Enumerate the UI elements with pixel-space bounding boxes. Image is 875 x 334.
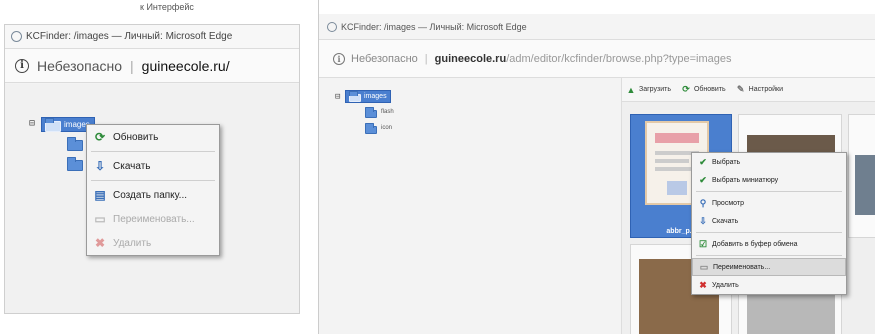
address-separator: | xyxy=(130,57,134,74)
check-icon: ✔ xyxy=(699,156,707,167)
menu-item-refresh[interactable]: ⟳ Обновить xyxy=(87,125,219,149)
thumbnail-image xyxy=(855,155,875,215)
right-screenshot: KCFinder: /images — Личный: Microsoft Ed… xyxy=(318,0,875,334)
settings-button[interactable]: ✎ Настройки xyxy=(736,84,783,95)
menu-item-select[interactable]: ✔ Выбрать xyxy=(692,153,846,171)
download-icon: ⇩ xyxy=(699,215,707,226)
menu-divider xyxy=(696,255,842,256)
delete-icon: ✖ xyxy=(94,236,106,250)
folder-icon xyxy=(45,118,61,132)
window-titlebar: KCFinder: /images — Личный: Microsoft Ed… xyxy=(5,25,299,49)
menu-item-label: Удалить xyxy=(113,237,152,249)
menu-divider xyxy=(91,151,215,152)
toolbar-label: Настройки xyxy=(748,86,783,93)
folder-icon[interactable] xyxy=(67,157,83,171)
view-icon: ⚲ xyxy=(699,197,707,208)
menu-item-download[interactable]: ⇩ Скачать xyxy=(692,212,846,230)
collapse-toggle[interactable]: ⊟ xyxy=(335,92,340,102)
settings-icon: ✎ xyxy=(736,84,745,94)
folder-icon xyxy=(365,123,377,134)
folder-context-menu: ⟳ Обновить ⇩ Скачать ▤ Создать папку... … xyxy=(86,124,220,256)
menu-item-label: Переименовать... xyxy=(713,263,771,271)
menu-item-delete[interactable]: ✖ Удалить xyxy=(87,231,219,255)
clipboard-icon: ☑ xyxy=(698,238,708,249)
refresh-button[interactable]: ⟳ Обновить xyxy=(681,84,726,95)
address-separator: | xyxy=(424,52,428,65)
menu-item-label: Удалить xyxy=(712,281,739,289)
menu-item-rename[interactable]: ▭ Переименовать... xyxy=(692,258,846,276)
left-screenshot: к Интерфейс KCFinder: /images — Личный: … xyxy=(0,0,300,334)
menu-divider xyxy=(696,191,842,192)
folder-icon[interactable] xyxy=(67,137,83,151)
menu-item-label: Создать папку... xyxy=(113,189,187,201)
folder-label: flash xyxy=(381,109,394,115)
upload-button[interactable]: ▲ Загрузить xyxy=(626,85,671,95)
menu-item-new-folder[interactable]: ▤ Создать папку... xyxy=(87,183,219,207)
new-folder-icon: ▤ xyxy=(94,188,106,202)
file-context-menu: ✔ Выбрать ✔ Выбрать миниатюру ⚲ Просмотр… xyxy=(691,152,847,295)
refresh-icon: ⟳ xyxy=(682,84,690,94)
address-bar[interactable]: i Небезопасно | guineecole.ru /adm/edito… xyxy=(319,40,875,78)
delete-icon: ✖ xyxy=(699,279,707,290)
toolbar-label: Загрузить xyxy=(639,86,671,93)
address-path[interactable]: /adm/editor/kcfinder/browse.php?type=ima… xyxy=(506,53,731,65)
folder-label: icon xyxy=(381,125,393,131)
insecure-label: Небезопасно xyxy=(351,52,418,65)
check-icon: ✔ xyxy=(699,174,707,185)
address-bar[interactable]: i Небезопасно | guineecole.ru/ xyxy=(5,49,299,83)
folder-label: images xyxy=(364,93,387,100)
info-icon[interactable]: i xyxy=(333,52,345,65)
menu-item-view[interactable]: ⚲ Просмотр xyxy=(692,194,846,212)
menu-item-label: Просмотр xyxy=(712,199,744,207)
menu-item-label: Скачать xyxy=(113,160,151,172)
menu-item-label: Обновить xyxy=(113,131,159,143)
collapse-toggle[interactable]: ⊟ xyxy=(29,118,35,129)
menu-item-rename[interactable]: ▭ Переименовать... xyxy=(87,207,219,231)
folder-icon xyxy=(365,107,377,118)
window-titlebar: KCFinder: /images — Личный: Microsoft Ed… xyxy=(319,14,875,40)
insecure-label: Небезопасно xyxy=(37,57,123,74)
menu-divider xyxy=(91,180,215,181)
file-thumbnail[interactable] xyxy=(848,114,875,238)
tree-folder-icon[interactable]: icon xyxy=(365,123,393,134)
tree-folder-flash[interactable]: flash xyxy=(365,107,394,118)
cropped-caption: к Интерфейс xyxy=(140,2,194,12)
menu-item-delete[interactable]: ✖ Удалить xyxy=(692,276,846,294)
menu-item-label: Выбрать xyxy=(712,158,741,166)
menu-item-label: Переименовать... xyxy=(113,213,195,225)
menu-item-label: Выбрать миниатюру xyxy=(712,176,779,184)
window-title: KCFinder: /images — Личный: Microsoft Ed… xyxy=(26,31,233,42)
rename-icon: ▭ xyxy=(699,261,709,272)
info-icon[interactable]: i xyxy=(15,58,29,73)
menu-divider xyxy=(696,232,842,233)
menu-item-label: Скачать xyxy=(712,217,739,225)
download-icon: ⇩ xyxy=(94,159,106,173)
kcfinder-tree-pane: ⊟ images flash icon xyxy=(319,78,622,334)
tree-folder-images[interactable]: images xyxy=(345,90,391,103)
address-domain[interactable]: guineecole.ru/ xyxy=(142,58,230,74)
refresh-icon: ⟳ xyxy=(94,130,106,144)
upload-icon: ▲ xyxy=(626,84,636,95)
menu-item-select-thumbnail[interactable]: ✔ Выбрать миниатюру xyxy=(692,171,846,189)
browser-icon xyxy=(327,21,337,32)
address-domain[interactable]: guineecole.ru xyxy=(435,53,507,65)
toolbar-label: Обновить xyxy=(693,86,726,93)
menu-item-label: Добавить в буфер обмена xyxy=(712,240,798,248)
menu-item-download[interactable]: ⇩ Скачать xyxy=(87,154,219,178)
window-title: KCFinder: /images — Личный: Microsoft Ed… xyxy=(341,21,527,32)
menu-item-add-clipboard[interactable]: ☑ Добавить в буфер обмена xyxy=(692,235,846,253)
folder-icon xyxy=(349,91,361,102)
browser-icon xyxy=(11,31,22,42)
rename-icon: ▭ xyxy=(94,212,106,226)
files-toolbar: ▲ Загрузить ⟳ Обновить ✎ Настройки xyxy=(622,78,875,102)
